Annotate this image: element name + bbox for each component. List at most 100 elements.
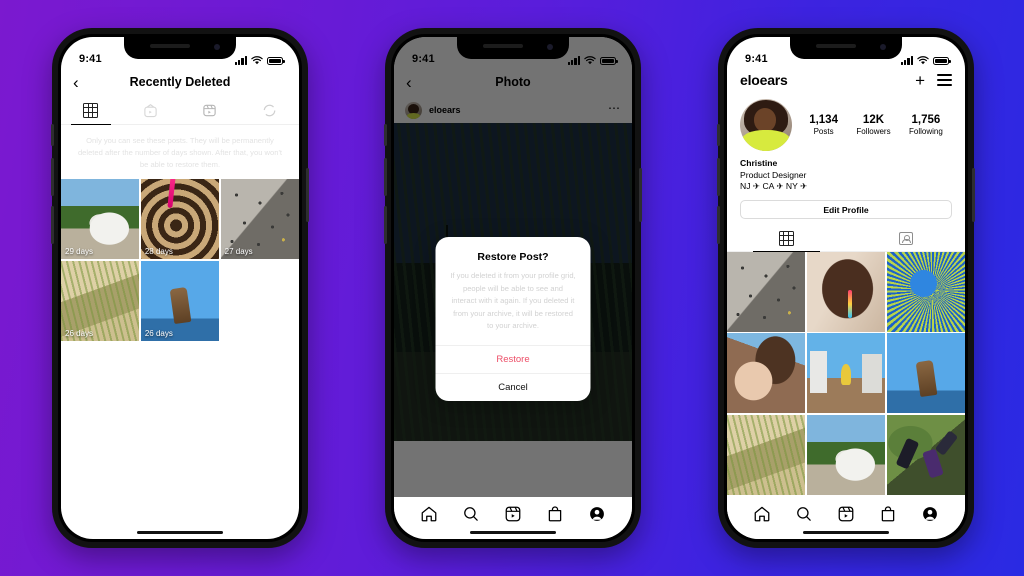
days-remaining-label: 29 days [65, 247, 94, 257]
tab-grid[interactable] [61, 97, 121, 125]
volume-up-button[interactable] [51, 158, 54, 196]
speaker-grille [483, 44, 523, 48]
dialog-title: Restore Post? [477, 251, 549, 263]
home-indicator[interactable] [137, 530, 223, 534]
grid-photo[interactable] [886, 333, 965, 414]
profile-avatar[interactable] [740, 99, 792, 151]
tab-stories[interactable] [240, 97, 300, 124]
profile-tabs [727, 226, 965, 252]
profile-photo-grid [727, 252, 965, 495]
power-button[interactable] [972, 168, 975, 222]
grid-photo[interactable] [806, 333, 886, 414]
plus-icon[interactable]: + [915, 72, 925, 89]
volume-up-button[interactable] [717, 158, 720, 196]
back-chevron-icon[interactable]: ‹ [73, 74, 79, 91]
home-indicator[interactable] [470, 530, 556, 534]
power-button[interactable] [306, 168, 309, 222]
nav-home-icon[interactable] [420, 505, 438, 523]
phone-profile: 9:41 eloears + 1,134 Posts 12K Followers… [717, 28, 975, 548]
nav-reels-icon[interactable] [837, 505, 855, 523]
tagged-person-icon [898, 232, 913, 245]
post-username[interactable]: eloears [429, 105, 601, 115]
grid-photo[interactable] [727, 414, 806, 495]
grid-photo[interactable] [886, 414, 965, 495]
nav-reels-icon[interactable] [504, 505, 522, 523]
stat-number: 12K [862, 114, 885, 126]
nav-profile-icon[interactable] [921, 505, 939, 523]
deleted-post[interactable]: 29 days [61, 179, 140, 260]
nav-search-icon[interactable] [795, 505, 813, 523]
dialog-body: Restore Post? If you deleted it from you… [436, 237, 591, 345]
home-indicator[interactable] [803, 530, 889, 534]
deleted-post[interactable]: 28 days [140, 179, 220, 260]
status-icons [900, 56, 951, 65]
front-camera [547, 44, 553, 50]
volume-down-button[interactable] [51, 206, 54, 244]
deleted-post[interactable]: 26 days [61, 260, 140, 341]
status-icons [234, 56, 285, 65]
nav-search-icon[interactable] [462, 505, 480, 523]
grid-icon [779, 231, 794, 246]
grid-photo[interactable] [727, 252, 806, 332]
stat-posts[interactable]: 1,134 Posts [809, 114, 838, 136]
status-time: 9:41 [79, 53, 102, 65]
battery-icon [267, 56, 285, 65]
nav-home-icon[interactable] [753, 505, 771, 523]
back-chevron-icon[interactable]: ‹ [406, 74, 412, 91]
tab-grid[interactable] [727, 226, 846, 252]
more-options-icon[interactable]: ⋯ [608, 102, 621, 114]
grid-icon [83, 103, 99, 118]
circle-dashed-icon [263, 104, 276, 117]
tab-reels[interactable] [180, 97, 240, 124]
phone-recently-deleted: 9:41 ‹ Recently Deleted Only you can see… [51, 28, 309, 548]
nav-shop-icon[interactable] [546, 505, 564, 523]
nav-shop-icon[interactable] [879, 505, 897, 523]
nav-profile-icon[interactable] [588, 505, 606, 523]
front-camera [214, 44, 220, 50]
deleted-post[interactable]: 26 days [140, 260, 220, 341]
deleted-tabs [61, 97, 299, 125]
volume-down-button[interactable] [384, 206, 387, 244]
restore-button[interactable]: Restore [435, 344, 591, 373]
phone3-screen: 9:41 eloears + 1,134 Posts 12K Followers… [727, 37, 965, 539]
edit-profile-button[interactable]: Edit Profile [740, 200, 952, 219]
wifi-icon [917, 56, 929, 65]
mute-switch[interactable] [51, 124, 54, 146]
bio-title: Product Designer [740, 169, 807, 180]
notch [124, 37, 236, 59]
page-title: Recently Deleted [129, 75, 231, 89]
wifi-icon [251, 56, 263, 65]
stats-counts: 1,134 Posts 12K Followers 1,756 Followin… [792, 114, 952, 136]
grid-photo[interactable] [886, 252, 965, 332]
mute-switch[interactable] [717, 124, 720, 146]
status-time: 9:41 [412, 53, 435, 65]
stat-following[interactable]: 1,756 Following [909, 114, 943, 136]
grid-photo[interactable] [806, 252, 886, 332]
avatar[interactable] [405, 101, 422, 119]
phone-restore-dialog: 9:41 ‹ Photo eloears ⋯ Restore Post? If … [384, 28, 642, 548]
power-button[interactable] [639, 168, 642, 222]
grid-photo[interactable] [806, 414, 886, 495]
status-icons [567, 56, 618, 65]
front-camera [880, 44, 886, 50]
tab-tagged[interactable] [846, 226, 965, 251]
stat-number: 1,756 [911, 114, 941, 126]
days-remaining-label: 26 days [144, 328, 173, 338]
info-text: Only you can see these posts. They will … [77, 136, 283, 169]
stat-followers[interactable]: 12K Followers [856, 114, 890, 136]
profile-header: eloears + [727, 67, 965, 93]
grid-photo[interactable] [727, 333, 806, 414]
cellular-signal-icon [900, 56, 913, 65]
volume-down-button[interactable] [717, 206, 720, 244]
hamburger-icon[interactable] [937, 74, 952, 86]
volume-up-button[interactable] [384, 158, 387, 196]
restore-post-dialog: Restore Post? If you deleted it from you… [435, 237, 591, 401]
phone2-navbar: ‹ Photo [394, 67, 632, 97]
mute-switch[interactable] [384, 124, 387, 146]
deleted-post[interactable]: 27 days [220, 179, 299, 260]
status-time: 9:41 [745, 53, 768, 65]
cancel-button[interactable]: Cancel [435, 372, 591, 401]
profile-username[interactable]: eloears [740, 72, 915, 88]
tab-igtv[interactable] [121, 97, 181, 124]
days-remaining-label: 28 days [144, 247, 173, 257]
